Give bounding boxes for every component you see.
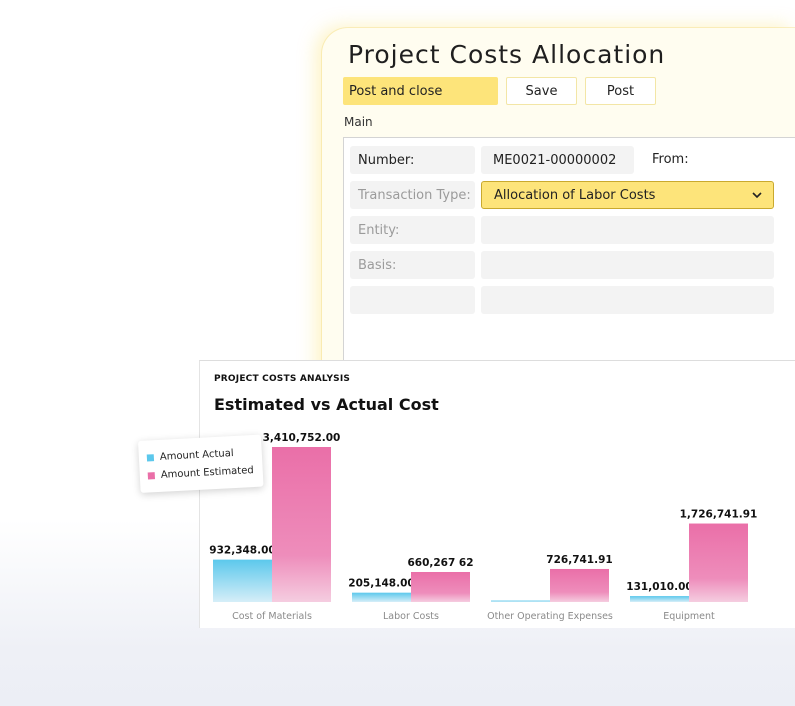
transaction-type-select[interactable]: Allocation of Labor Costs: [481, 181, 774, 209]
bar-chart: 932,348.00 3,410,752.00 Cost of Materials 2…: [209, 432, 758, 622]
category-label-1: Labor Costs: [383, 611, 439, 622]
bar-estimated-3: [689, 523, 748, 602]
transaction-type-label: Transaction Type:: [350, 181, 475, 209]
post-and-close-button[interactable]: Post and close: [343, 77, 498, 105]
data-label-estimated-1: 660,267 62: [407, 557, 473, 569]
save-button[interactable]: Save: [506, 77, 577, 105]
data-label-actual-0: 932,348.00: [209, 545, 275, 557]
data-label-estimated-3: 1,726,741.91: [680, 509, 758, 521]
bar-estimated-2: [550, 568, 609, 602]
transaction-type-value: Allocation of Labor Costs: [494, 187, 656, 203]
entity-field[interactable]: [481, 216, 774, 244]
legend-label-estimated: Amount Estimated: [160, 464, 254, 481]
bar-actual-0: [213, 559, 272, 602]
bar-estimated-0: [272, 447, 331, 602]
section-label-main: Main: [344, 115, 373, 129]
empty-field[interactable]: [481, 286, 774, 314]
chevron-down-icon: [752, 192, 762, 199]
post-button[interactable]: Post: [585, 77, 656, 105]
main-form-panel: Number: ME0021-00000002 From: Transactio…: [343, 137, 795, 388]
number-label: Number:: [350, 146, 475, 174]
from-label: From:: [652, 152, 689, 167]
bar-actual-1: [352, 592, 411, 602]
category-label-2: Other Operating Expenses: [487, 611, 613, 622]
data-label-actual-1: 205,148.00: [348, 578, 414, 590]
bar-actual-2: [491, 600, 550, 602]
legend-swatch-actual: [146, 453, 155, 462]
data-label-estimated-0: 3,410,752.00: [263, 432, 341, 444]
chart-legend: Amount Actual Amount Estimated: [138, 434, 264, 493]
page-title: Project Costs Allocation: [348, 40, 666, 69]
category-label-0: Cost of Materials: [232, 611, 312, 622]
chart-card: PROJECT COSTS ANALYSIS Estimated vs Actu…: [199, 360, 795, 628]
empty-label: [350, 286, 475, 314]
toolbar: Post and close Save Post: [343, 77, 656, 105]
legend-label-actual: Amount Actual: [159, 447, 234, 463]
entity-label: Entity:: [350, 216, 475, 244]
category-label-3: Equipment: [663, 611, 715, 622]
number-field[interactable]: ME0021-00000002: [481, 146, 634, 174]
bar-estimated-1: [411, 571, 470, 602]
basis-field[interactable]: [481, 251, 774, 279]
basis-label: Basis:: [350, 251, 475, 279]
bar-actual-3: [630, 596, 689, 602]
legend-swatch-estimated: [147, 471, 155, 480]
project-costs-allocation-window: Project Costs Allocation Post and close …: [322, 28, 795, 388]
data-label-actual-3: 131,010.00: [626, 581, 692, 593]
data-label-estimated-2: 726,741.91: [546, 554, 612, 566]
